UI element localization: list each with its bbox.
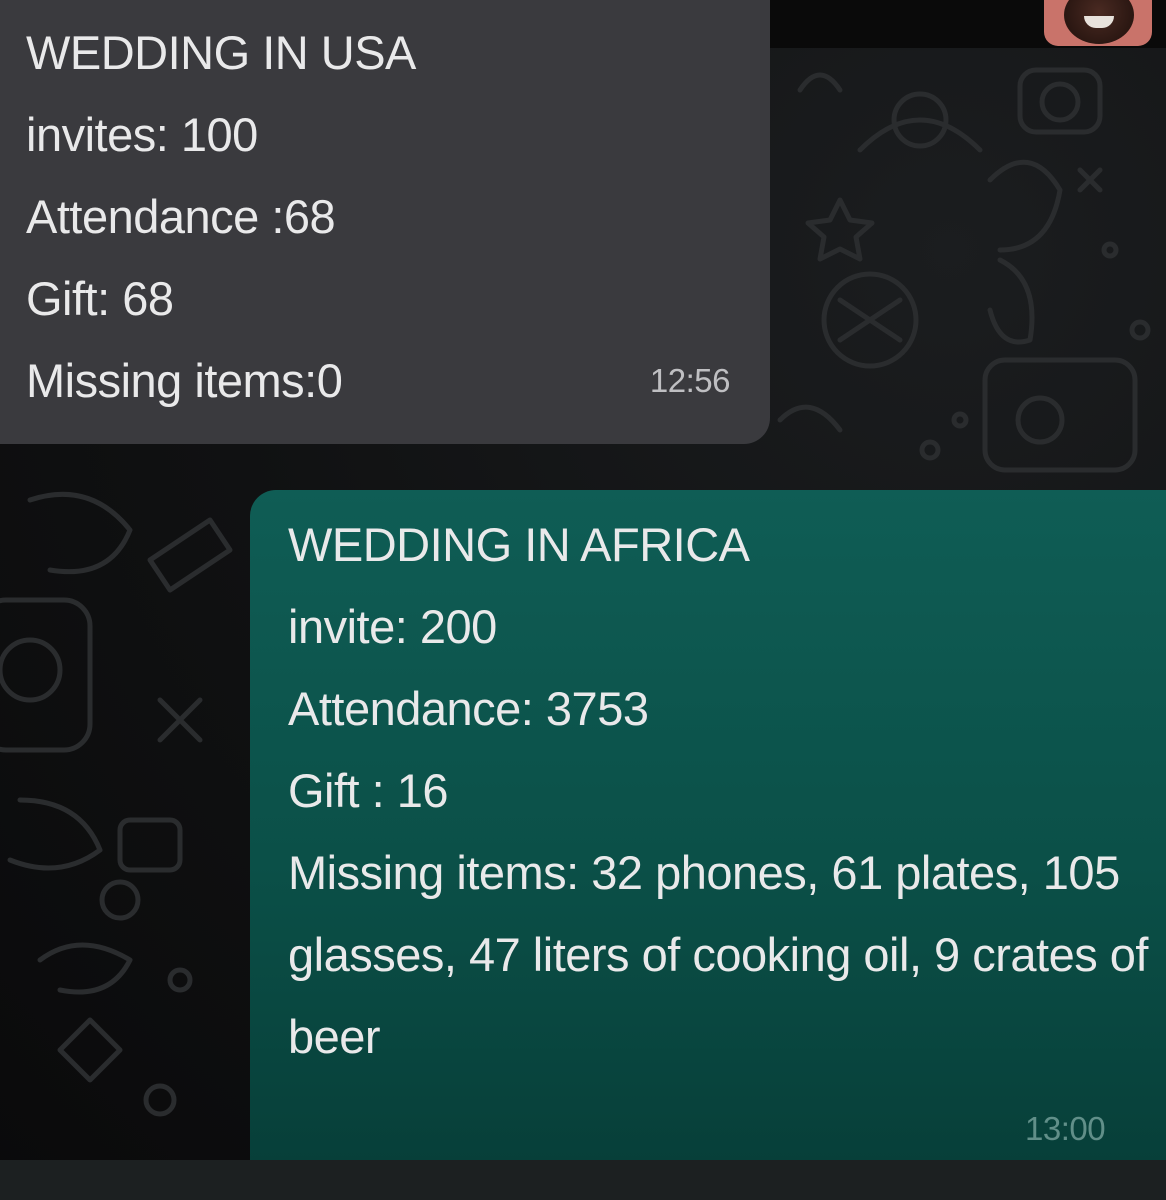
message-title: WEDDING IN USA xyxy=(26,26,416,79)
message-line-gift: Gift: 68 xyxy=(26,272,174,325)
message-line-invites: invite: 200 xyxy=(288,600,497,653)
message-line-missing-items: Missing items: 32 phones, 61 plates, 105… xyxy=(288,846,1149,1063)
outgoing-message-bubble[interactable]: WEDDING IN AFRICA invite: 200 Attendance… xyxy=(250,490,1166,1162)
message-line-invites: invites: 100 xyxy=(26,108,258,161)
message-timestamp: 13:00 xyxy=(1025,1110,1106,1147)
bottom-bar xyxy=(0,1160,1166,1200)
avatar[interactable] xyxy=(1044,0,1152,46)
incoming-message-bubble[interactable]: WEDDING IN USA invites: 100 Attendance :… xyxy=(0,0,770,444)
message-line-attendance: Attendance :68 xyxy=(26,190,336,243)
message-line-attendance: Attendance: 3753 xyxy=(288,682,649,735)
message-timestamp: 12:56 xyxy=(649,362,731,399)
message-title: WEDDING IN AFRICA xyxy=(288,518,750,571)
message-line-gift: Gift : 16 xyxy=(288,764,449,817)
